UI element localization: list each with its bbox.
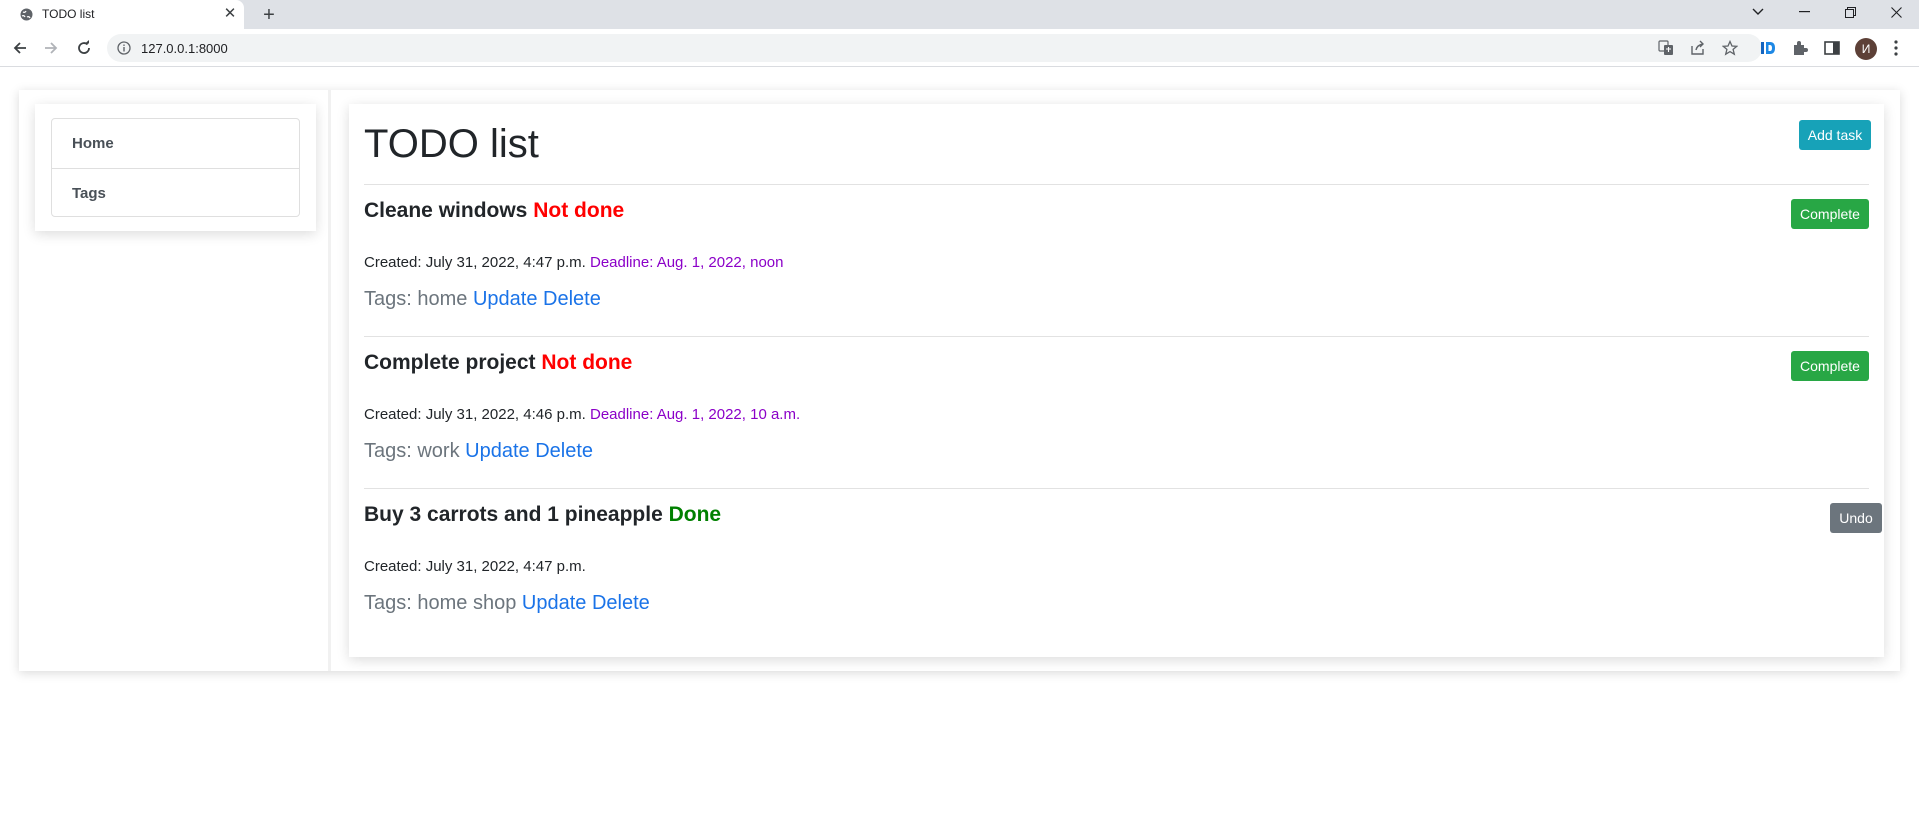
bookmark-star-icon[interactable] bbox=[1722, 40, 1738, 56]
side-panel-icon[interactable] bbox=[1823, 39, 1841, 57]
share-icon[interactable] bbox=[1690, 40, 1706, 56]
task-title-line: Complete project Not done bbox=[364, 351, 632, 375]
profile-avatar[interactable]: И bbox=[1855, 38, 1877, 60]
task-meta: Created: July 31, 2022, 4:47 p.m. Deadli… bbox=[364, 254, 783, 271]
task-tags-line: Tags: work Update Delete bbox=[364, 440, 593, 463]
close-window-icon[interactable] bbox=[1874, 0, 1918, 24]
tab-close-icon[interactable]: ✕ bbox=[222, 6, 238, 22]
update-link[interactable]: Update bbox=[473, 288, 538, 310]
complete-button[interactable]: Complete bbox=[1791, 351, 1869, 381]
address-bar[interactable]: 127.0.0.1:8000 bbox=[107, 34, 1762, 62]
browser-toolbar: 127.0.0.1:8000 bbox=[0, 29, 1919, 67]
minimize-icon[interactable] bbox=[1782, 0, 1826, 24]
task-tags: Tags: work bbox=[364, 440, 460, 462]
back-arrow-icon[interactable] bbox=[9, 37, 31, 59]
task-meta: Created: July 31, 2022, 4:46 p.m. Deadli… bbox=[364, 406, 800, 423]
task-status: Done bbox=[668, 503, 722, 526]
task-title: Complete project bbox=[364, 351, 536, 374]
task-created: Created: July 31, 2022, 4:46 p.m. bbox=[364, 406, 586, 423]
tab-search-icon[interactable] bbox=[1736, 0, 1780, 24]
task-status: Not done bbox=[541, 351, 633, 374]
main-card: TODO list Add task Cleane windows Not do… bbox=[349, 104, 1884, 657]
layout-container: Home Tags TODO list Add task Cleane wind… bbox=[19, 90, 1900, 671]
new-tab-button[interactable]: + bbox=[258, 4, 280, 26]
page-content: Home Tags TODO list Add task Cleane wind… bbox=[0, 68, 1919, 824]
page-title: TODO list bbox=[364, 122, 539, 166]
sidebar-card: Home Tags bbox=[35, 104, 316, 231]
task-status: Not done bbox=[533, 199, 625, 222]
task-title: Cleane windows bbox=[364, 199, 528, 222]
sidebar-item-home[interactable]: Home bbox=[52, 119, 299, 168]
task-tags-line: Tags: home shop Update Delete bbox=[364, 592, 650, 615]
extensions-puzzle-icon[interactable] bbox=[1791, 39, 1809, 57]
task-tags-line: Tags: home Update Delete bbox=[364, 288, 601, 311]
id-extension-icon[interactable] bbox=[1759, 39, 1777, 57]
undo-button[interactable]: Undo bbox=[1830, 503, 1882, 533]
menu-kebab-icon[interactable] bbox=[1887, 39, 1905, 57]
info-icon[interactable] bbox=[117, 41, 131, 55]
add-task-button[interactable]: Add task bbox=[1799, 120, 1871, 150]
browser-tab[interactable]: TODO list ✕ bbox=[0, 0, 244, 29]
task-created: Created: July 31, 2022, 4:47 p.m. bbox=[364, 254, 586, 271]
task-title-line: Cleane windows Not done bbox=[364, 199, 624, 223]
globe-icon bbox=[20, 8, 33, 21]
url-text: 127.0.0.1:8000 bbox=[141, 41, 228, 56]
task-tags: Tags: home shop bbox=[364, 592, 517, 614]
reload-icon[interactable] bbox=[73, 37, 95, 59]
update-link[interactable]: Update bbox=[522, 592, 587, 614]
forward-arrow-icon[interactable] bbox=[40, 37, 62, 59]
delete-link[interactable]: Delete bbox=[535, 440, 593, 462]
sidebar-column: Home Tags bbox=[19, 90, 331, 671]
delete-link[interactable]: Delete bbox=[543, 288, 601, 310]
task-item: Cleane windows Not done Complete Created… bbox=[364, 185, 1869, 336]
tab-title: TODO list bbox=[42, 7, 95, 21]
browser-tabstrip: TODO list ✕ + bbox=[0, 0, 1919, 29]
task-item: Buy 3 carrots and 1 pineapple Done Undo … bbox=[364, 489, 1882, 640]
update-link[interactable]: Update bbox=[465, 440, 530, 462]
task-meta: Created: July 31, 2022, 4:47 p.m. bbox=[364, 558, 586, 575]
task-deadline: Deadline: Aug. 1, 2022, 10 a.m. bbox=[589, 406, 801, 423]
task-tags: Tags: home bbox=[364, 288, 468, 310]
sidebar-item-tags[interactable]: Tags bbox=[52, 168, 299, 217]
translate-icon[interactable] bbox=[1658, 40, 1674, 56]
task-deadline: Deadline: Aug. 1, 2022, noon bbox=[589, 254, 784, 271]
complete-button[interactable]: Complete bbox=[1791, 199, 1869, 229]
task-title-line: Buy 3 carrots and 1 pineapple Done bbox=[364, 503, 721, 527]
sidebar-nav: Home Tags bbox=[51, 118, 300, 217]
restore-icon[interactable] bbox=[1828, 0, 1872, 24]
task-title: Buy 3 carrots and 1 pineapple bbox=[364, 503, 663, 526]
delete-link[interactable]: Delete bbox=[592, 592, 650, 614]
task-created: Created: July 31, 2022, 4:47 p.m. bbox=[364, 558, 586, 575]
task-item: Complete project Not done Complete Creat… bbox=[364, 337, 1869, 488]
